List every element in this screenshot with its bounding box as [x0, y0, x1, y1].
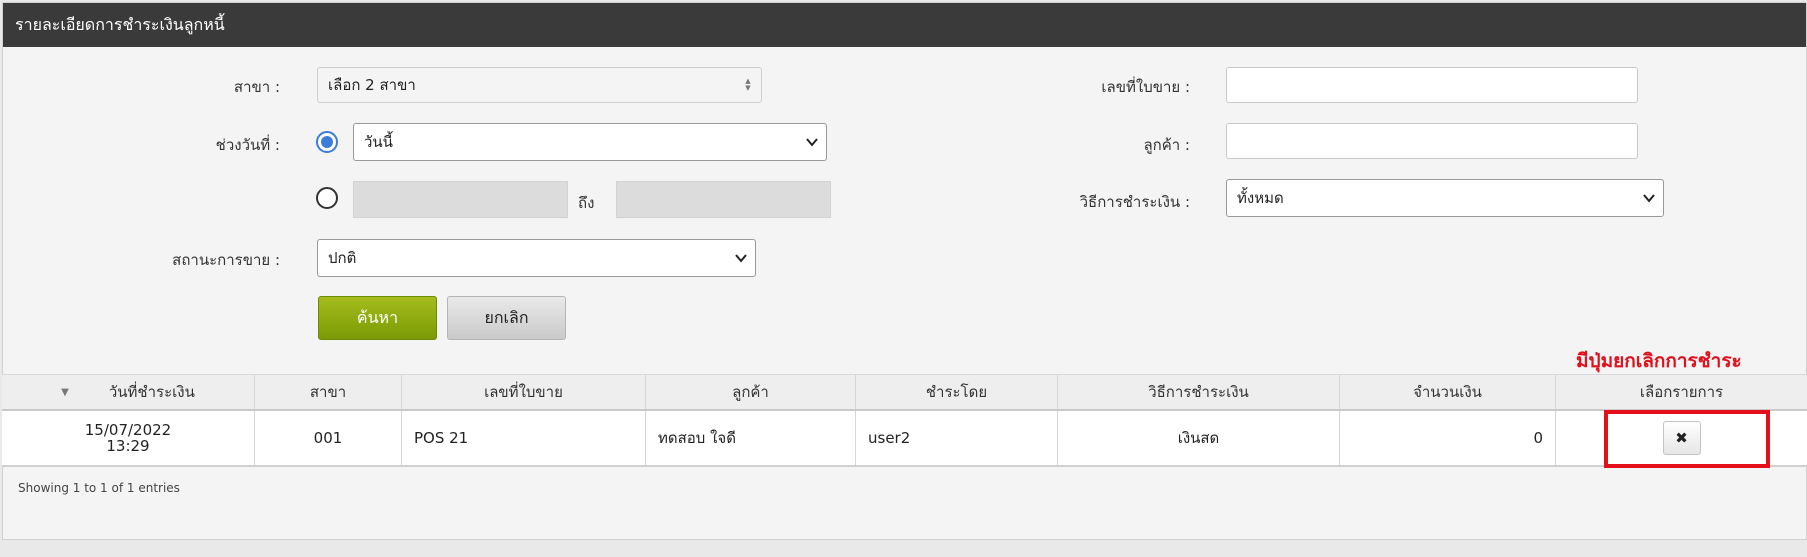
chevron-down-icon [727, 251, 755, 265]
sale-status-value: ปกติ [328, 249, 357, 267]
column-header-amount[interactable]: จำนวนเงิน [1340, 375, 1556, 409]
table-row: 15/07/2022 13:29 001 POS 21 ทดสอบ ใจดี u… [2, 411, 1807, 467]
invoice-label: เลขที่ใบขาย : [1101, 78, 1190, 96]
sale-status-select[interactable]: ปกติ [317, 239, 756, 277]
column-header-invoice-label: เลขที่ใบขาย [484, 383, 563, 401]
sort-icon[interactable]: ▼ [61, 387, 69, 398]
cell-amount: 0 [1340, 411, 1556, 465]
payment-method-select[interactable]: ทั้งหมด [1226, 179, 1664, 217]
payment-method-value: ทั้งหมด [1237, 189, 1284, 207]
cell-customer: ทดสอบ ใจดี [646, 411, 856, 465]
cell-invoice: POS 21 [402, 411, 646, 465]
chevron-down-icon [798, 135, 826, 149]
column-header-date[interactable]: ▼ วันที่ชำระเงิน [2, 375, 255, 409]
customer-input[interactable] [1226, 123, 1638, 159]
column-header-customer[interactable]: ลูกค้า [646, 375, 856, 409]
cancel-button[interactable]: ยกเลิก [447, 296, 566, 340]
cell-date: 15/07/2022 13:29 [2, 411, 255, 465]
column-header-date-label: วันที่ชำระเงิน [108, 383, 195, 401]
branch-select[interactable]: เลือก 2 สาขา ▲ ▼ [317, 67, 762, 103]
to-label: ถึง [578, 194, 595, 212]
cell-method-value: เงินสด [1177, 429, 1220, 447]
panel-header: รายละเอียดการชำระเงินลูกหนี้ [3, 3, 1806, 47]
search-button[interactable]: ค้นหา [318, 296, 437, 340]
date-from-input[interactable] [353, 181, 568, 218]
cell-branch: 001 [255, 411, 402, 465]
date-preset-radio[interactable] [316, 131, 338, 153]
cell-paid-by-value: user2 [868, 429, 911, 447]
cell-paid-by: user2 [856, 411, 1058, 465]
select-arrows-icon: ▲ ▼ [745, 77, 751, 92]
cell-invoice-value: POS 21 [414, 429, 469, 447]
cell-customer-value: ทดสอบ ใจดี [658, 429, 736, 447]
payment-method-label: วิธีการชำระเงิน : [1079, 193, 1190, 211]
invoice-input[interactable] [1226, 67, 1638, 103]
column-header-branch-label: สาขา [309, 383, 347, 401]
sale-status-label: สถานะการขาย : [172, 251, 280, 269]
column-header-branch[interactable]: สาขา [255, 375, 402, 409]
date-range-label: ช่วงวันที่ : [215, 136, 280, 154]
date-preset-select[interactable]: วันนี้ [353, 123, 827, 161]
date-to-input[interactable] [616, 181, 831, 218]
customer-label: ลูกค้า : [1143, 136, 1190, 154]
cell-time-value: 13:29 [106, 437, 150, 455]
cell-amount-value: 0 [1533, 429, 1543, 447]
page-title: รายละเอียดการชำระเงินลูกหนี้ [15, 14, 225, 34]
table-header-row: ▼ วันที่ชำระเงิน สาขา เลขที่ใบขาย ลูกค้า… [2, 374, 1807, 411]
column-header-customer-label: ลูกค้า [732, 383, 769, 401]
cancel-payment-annotation: มีปุ่มยกเลิกการชำระ [1576, 350, 1742, 372]
search-button-label: ค้นหา [356, 307, 399, 327]
payments-table: ▼ วันที่ชำระเงิน สาขา เลขที่ใบขาย ลูกค้า… [2, 374, 1807, 467]
annotation-highlight-box [1604, 410, 1770, 468]
column-header-select-label: เลือกรายการ [1639, 383, 1724, 401]
column-header-paid-by[interactable]: ชำระโดย [856, 375, 1058, 409]
column-header-method[interactable]: วิธีการชำระเงิน [1058, 375, 1340, 409]
cancel-button-label: ยกเลิก [484, 307, 529, 327]
column-header-amount-label: จำนวนเงิน [1413, 383, 1482, 401]
branch-label: สาขา : [233, 78, 280, 96]
table-info: Showing 1 to 1 of 1 entries [18, 481, 180, 495]
chevron-down-icon [1635, 191, 1663, 205]
column-header-paid-by-label: ชำระโดย [925, 383, 988, 401]
date-preset-value: วันนี้ [364, 133, 393, 151]
column-header-method-label: วิธีการชำระเงิน [1148, 383, 1249, 401]
branch-select-value: เลือก 2 สาขา [328, 76, 416, 94]
cell-method: เงินสด [1058, 411, 1340, 465]
cell-branch-value: 001 [313, 429, 343, 447]
column-header-select[interactable]: เลือกรายการ [1556, 375, 1807, 409]
date-custom-radio[interactable] [316, 187, 338, 209]
column-header-invoice[interactable]: เลขที่ใบขาย [402, 375, 646, 409]
cell-date-value: 15/07/2022 [84, 421, 172, 439]
